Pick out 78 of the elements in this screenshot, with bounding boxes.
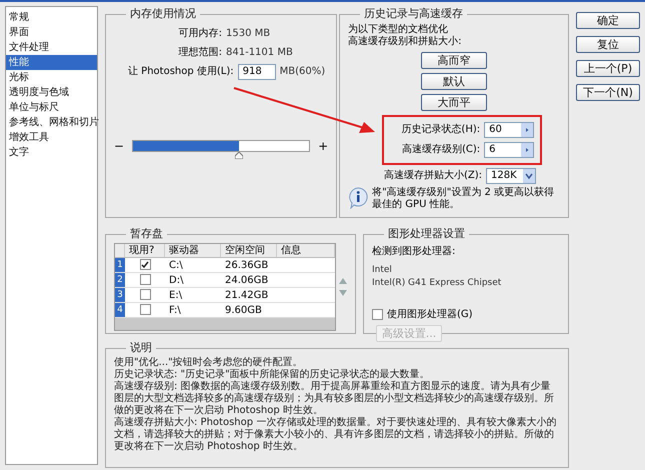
- category-item[interactable]: 增效工具: [6, 130, 97, 145]
- row-number: 2: [115, 272, 125, 286]
- memory-field[interactable]: 918: [238, 64, 276, 80]
- group-title: 说明: [129, 340, 153, 356]
- push-button[interactable]: 确定: [576, 12, 640, 29]
- table-cell-text: F:\: [168, 304, 182, 316]
- description-paragraph: 使用"优化..."按钮时会考虑您的硬件配置。: [114, 356, 304, 368]
- group-title: 历史记录与高速缓存: [363, 6, 464, 22]
- checkbox[interactable]: [372, 308, 383, 320]
- field-label: 历史记录状态(H):: [401, 122, 480, 137]
- stat-value: 1530 MB: [226, 27, 270, 41]
- description-paragraph: 高速缓存拼贴大小: Photoshop 一次存储或处理的数据量。对于要快速处理的、具有较大像素大小的文档，请选择较大的拼贴；对于像素大小较小的、具有许多图层的文档，请选择较小的拼贴。所做的更改将在下一次启动 Photoshop 时生效。: [114, 416, 558, 452]
- checkbox-label[interactable]: 使用图形处理器(G): [387, 306, 473, 322]
- category-item[interactable]: 光标: [6, 70, 97, 85]
- field-value: 6: [488, 142, 496, 156]
- number-field[interactable]: 60: [484, 122, 534, 138]
- stat-label: 可用内存:: [178, 26, 222, 41]
- table-cell-text: D:\: [168, 274, 184, 286]
- push-button[interactable]: 大而平: [421, 94, 488, 110]
- category-item[interactable]: 文字: [6, 145, 97, 160]
- field-value: 60: [488, 122, 503, 136]
- push-button[interactable]: 高而窄: [421, 52, 488, 68]
- checkbox[interactable]: [140, 259, 150, 270]
- column-header: 信息: [277, 244, 335, 256]
- table-cell-text: 21.42GB: [224, 288, 270, 302]
- table-cell-text: E:\: [168, 288, 184, 302]
- number-field[interactable]: 6: [484, 142, 534, 158]
- intro-text: 为以下类型的文档优化: [348, 24, 450, 36]
- table-cell-text: 9.60GB: [224, 304, 263, 316]
- gpu-vendor: Intel: [372, 264, 393, 276]
- field-label: 让 Photoshop 使用(L):: [128, 64, 234, 79]
- column-header: 驱动器: [165, 244, 221, 256]
- row-number: 4: [115, 302, 125, 316]
- row-number: 3: [115, 288, 125, 302]
- gpu-model: Intel(R) G41 Express Chipset: [372, 277, 502, 290]
- row-number: 1: [115, 258, 125, 272]
- group-title: 内存使用情况: [129, 6, 197, 22]
- stat-value: 841-1101 MB: [226, 46, 293, 60]
- plus-label: +: [318, 138, 328, 154]
- chevron-down-icon: [523, 168, 535, 182]
- minus-label: −: [114, 138, 124, 154]
- info-icon: [348, 186, 368, 208]
- arrow-right-icon[interactable]: [521, 122, 534, 136]
- arrow-right-icon[interactable]: [521, 142, 534, 156]
- info-text: 将"高速缓存级别"设置为 2 或更高以获得最佳的 GPU 性能。: [372, 186, 556, 210]
- push-button[interactable]: 上一个(P): [576, 60, 640, 77]
- move-arrows-icon[interactable]: [339, 276, 347, 296]
- push-button[interactable]: 默认: [421, 72, 488, 90]
- unit-label: MB(60%): [280, 65, 326, 79]
- category-item[interactable]: 参考线、网格和切片: [6, 115, 97, 130]
- push-button[interactable]: 复位: [576, 36, 640, 53]
- field-label: 高速缓存拼贴大小(Z):: [384, 168, 482, 183]
- column-header: 空闲空间: [221, 244, 277, 256]
- table-cell-text: 24.06GB: [224, 274, 270, 286]
- category-item[interactable]: 性能: [6, 55, 97, 70]
- push-button[interactable]: 下一个(N): [576, 84, 640, 101]
- table-cell-text: 26.36GB: [224, 258, 270, 272]
- description-paragraph: 高速缓存级别: 图像数据的高速缓存级别数。用于提高屏幕重绘和直方图显示的速度。请为具有少量图层的大型文档选择较多的高速缓存级别；为具有较多图层的小型文档选择较少的高速缓存级别。所做的更改将在下一次启动 Photoshop 时生效。: [114, 380, 555, 416]
- group-title: 暂存盘: [129, 226, 164, 242]
- tile-size-dropdown[interactable]: 128K: [486, 168, 536, 184]
- category-item[interactable]: 界面: [6, 25, 97, 40]
- checkbox[interactable]: [140, 304, 150, 315]
- checkbox[interactable]: [140, 289, 150, 300]
- stat-label: 理想范围:: [178, 46, 222, 60]
- checkmark-icon: [141, 260, 149, 268]
- column-header: 现用?: [125, 244, 165, 256]
- group-title: 图形处理器设置: [387, 226, 466, 242]
- dropdown-value: 128K: [490, 169, 518, 183]
- checkbox[interactable]: [140, 274, 150, 285]
- table-cell-text: C:\: [168, 258, 184, 272]
- category-item[interactable]: 文件处理: [6, 40, 97, 55]
- detected-label: 检测到图形处理器:: [372, 244, 456, 258]
- category-item[interactable]: 常规: [6, 10, 97, 25]
- field-label: 高速缓存级别(C):: [402, 142, 480, 157]
- intro-text: 高速缓存级别和拼贴大小:: [348, 36, 462, 48]
- description-paragraph: 历史记录状态: "历史记录"面板中所能保留的历史记录状态的最大数量。: [114, 368, 431, 380]
- category-item[interactable]: 透明度与色域: [6, 85, 97, 100]
- category-item[interactable]: 单位与标尺: [6, 100, 97, 115]
